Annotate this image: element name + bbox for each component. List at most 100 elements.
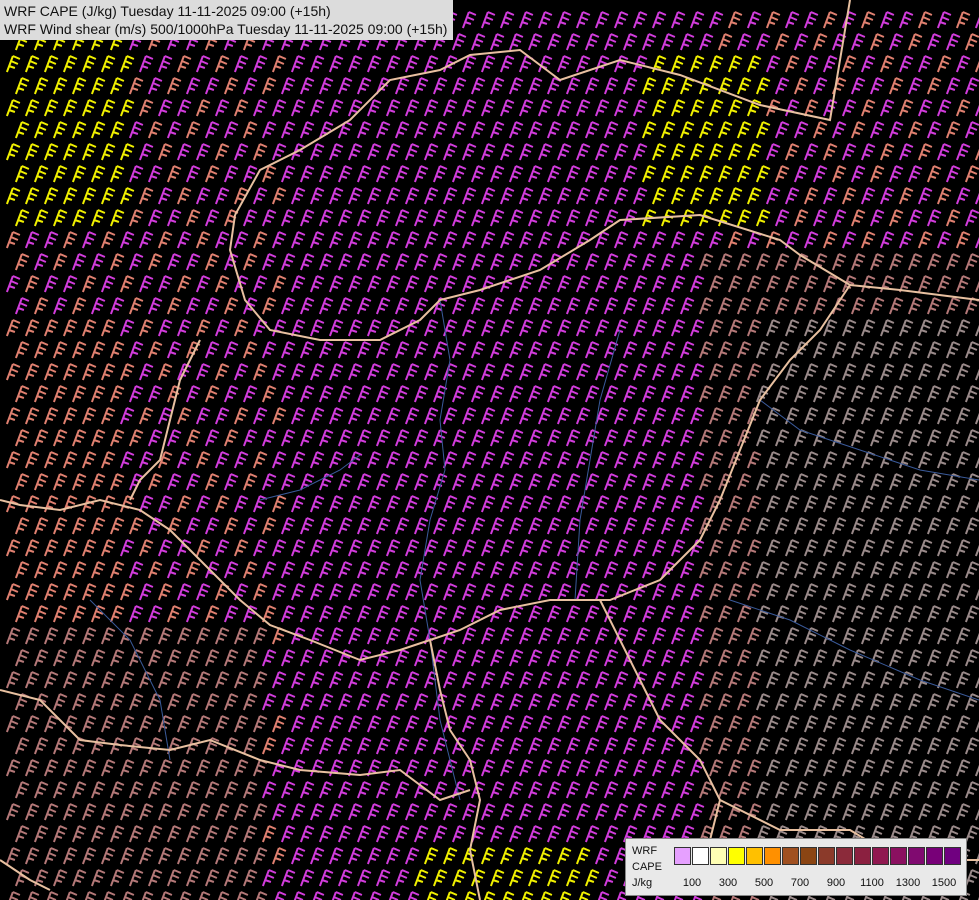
wind-barb	[964, 605, 979, 623]
wind-barb	[271, 275, 287, 293]
wind-barb	[309, 363, 325, 381]
wind-barb	[765, 803, 781, 821]
wind-barb	[185, 517, 201, 535]
wind-barb	[746, 715, 762, 733]
wind-barb	[195, 759, 211, 777]
wind-barb	[328, 847, 344, 865]
wind-barb	[869, 253, 885, 271]
wind-barb	[413, 517, 429, 535]
wind-barb	[898, 55, 914, 73]
wind-barb	[404, 759, 420, 777]
wind-barb	[518, 495, 534, 513]
wind-barb	[404, 231, 420, 249]
wind-barb	[584, 473, 600, 491]
wind-barb	[489, 737, 505, 755]
wind-barb	[955, 539, 971, 557]
wind-barb	[242, 561, 258, 579]
wind-barb	[594, 99, 610, 117]
wind-barb	[14, 77, 30, 95]
wind-barb	[613, 143, 629, 161]
wind-barb	[385, 99, 401, 117]
wind-barb	[898, 627, 914, 645]
wind-barb	[594, 803, 610, 821]
wind-barb	[926, 77, 942, 95]
wind-barb	[708, 319, 724, 337]
wind-barb	[461, 99, 477, 117]
wind-barb	[185, 825, 201, 843]
wind-barb	[176, 319, 192, 337]
wind-barb	[508, 253, 524, 271]
wind-barb	[841, 55, 857, 73]
wind-barb	[698, 605, 714, 623]
wind-barb	[394, 605, 410, 623]
wind-barb	[318, 429, 334, 447]
wind-barb	[252, 231, 268, 249]
wind-barb	[81, 55, 97, 73]
wind-barb	[299, 77, 315, 95]
wind-barb	[33, 253, 49, 271]
wind-barb	[90, 165, 106, 183]
wind-barb	[100, 231, 116, 249]
wind-barb	[831, 517, 847, 535]
wind-barb	[451, 869, 467, 887]
wind-barb	[33, 825, 49, 843]
wind-barb	[964, 385, 979, 403]
wind-barb	[546, 781, 562, 799]
wind-barb	[755, 649, 771, 667]
cape-title: WRF CAPE (J/kg) Tuesday 11-11-2025 09:00…	[4, 3, 331, 19]
wind-barb	[774, 341, 790, 359]
wind-barb	[584, 165, 600, 183]
wind-barb	[907, 693, 923, 711]
wind-barb	[166, 561, 182, 579]
wind-barb	[774, 517, 790, 535]
wind-barb	[689, 671, 705, 689]
wind-barb	[100, 671, 116, 689]
wind-barb	[917, 495, 933, 513]
wind-barb	[708, 627, 724, 645]
wind-barb	[955, 451, 971, 469]
wind-barb	[622, 33, 638, 51]
wind-barb	[888, 737, 904, 755]
wind-barb	[442, 583, 458, 601]
wind-barb	[489, 781, 505, 799]
legend-swatch	[890, 847, 907, 865]
wind-barb	[423, 187, 439, 205]
wind-barb	[214, 275, 230, 293]
wind-barb	[252, 627, 268, 645]
wind-barb	[385, 143, 401, 161]
wind-barb	[223, 429, 239, 447]
wind-barb	[375, 121, 391, 139]
wind-barb	[242, 121, 258, 139]
wind-barb	[955, 715, 971, 733]
wind-barb	[71, 561, 87, 579]
wind-barb	[166, 737, 182, 755]
wind-barb	[81, 451, 97, 469]
wind-barb	[442, 495, 458, 513]
wind-barb	[366, 803, 382, 821]
wind-barb	[812, 209, 828, 227]
wind-barb	[299, 253, 315, 271]
wind-barb	[584, 121, 600, 139]
wind-barb	[195, 627, 211, 645]
wind-barb	[100, 847, 116, 865]
wind-barb	[52, 121, 68, 139]
legend-swatch	[908, 847, 925, 865]
wind-barb	[90, 693, 106, 711]
wind-barb	[632, 187, 648, 205]
wind-barb	[413, 869, 429, 887]
wind-barb	[641, 517, 657, 535]
wind-barb	[337, 781, 353, 799]
wind-barb	[622, 77, 638, 95]
wind-barb	[651, 275, 667, 293]
wind-barb	[33, 429, 49, 447]
wind-barb	[242, 649, 258, 667]
wind-barb	[822, 495, 838, 513]
wind-barb	[299, 165, 315, 183]
wind-barb	[964, 209, 979, 227]
wind-barb	[185, 561, 201, 579]
wind-barb	[546, 473, 562, 491]
wind-barb	[841, 187, 857, 205]
wind-barb	[52, 649, 68, 667]
wind-barb	[746, 759, 762, 777]
wind-barb	[926, 561, 942, 579]
